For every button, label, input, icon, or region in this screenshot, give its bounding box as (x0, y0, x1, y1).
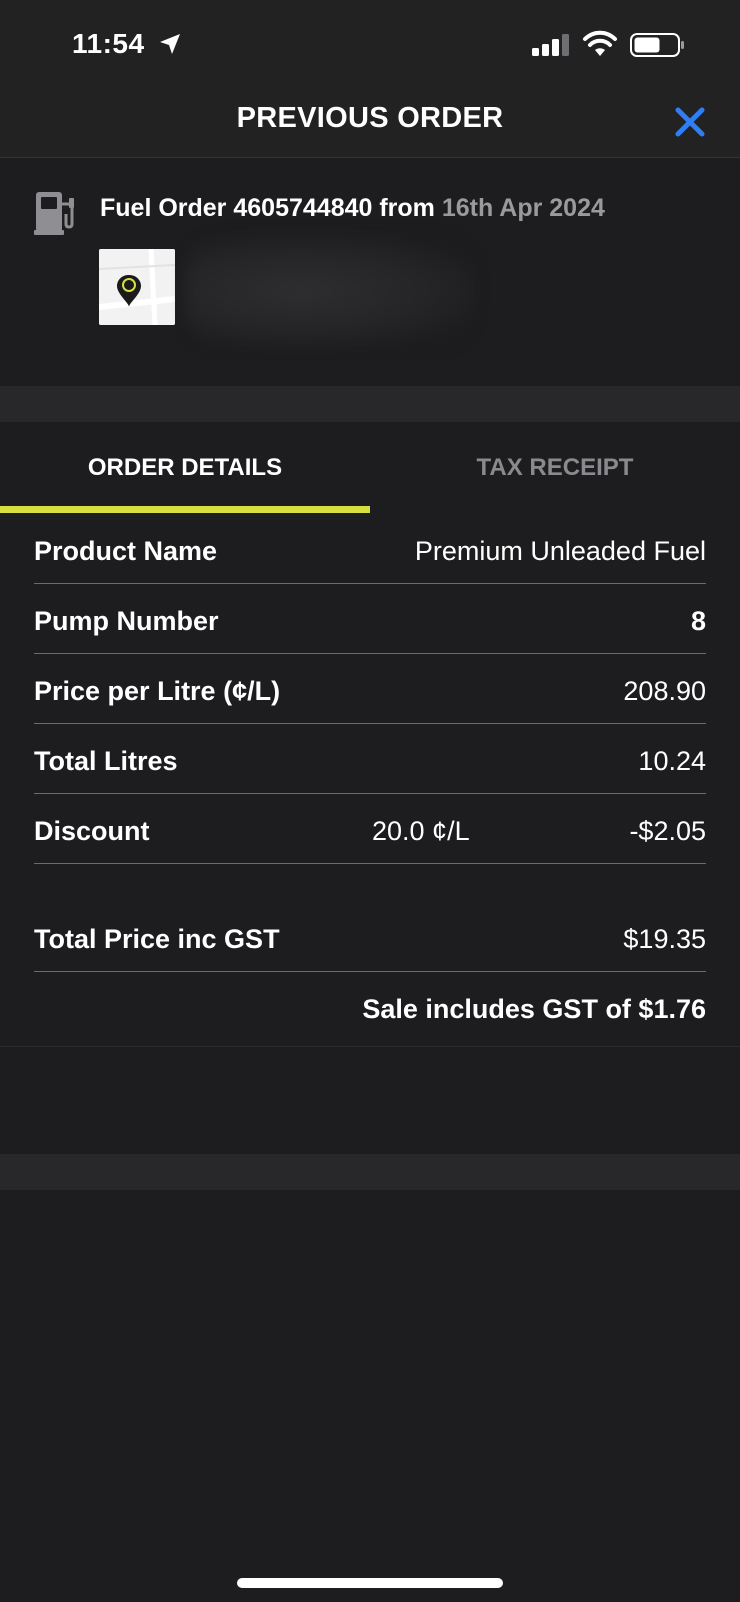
wifi-icon (583, 30, 617, 56)
active-tab-indicator (0, 506, 370, 513)
map-thumbnail[interactable] (99, 249, 175, 325)
fuel-pump-icon (34, 192, 74, 235)
product-name-value: Premium Unleaded Fuel (414, 536, 706, 566)
order-number: Fuel Order 4605744840 from (100, 194, 442, 222)
order-title: Fuel Order 4605744840 from 16th Apr 2024 (100, 194, 605, 223)
total-price-label: Total Price inc GST (34, 924, 280, 954)
tab-bar: ORDER DETAILS TAX RECEIPT (0, 422, 740, 514)
section-band-lower (0, 1154, 740, 1190)
price-per-litre-value: 208.90 (623, 676, 706, 706)
home-indicator[interactable] (237, 1578, 503, 1588)
total-litres-label: Total Litres (34, 746, 178, 776)
status-bar: 11:54 (0, 0, 740, 90)
map-image (99, 249, 175, 325)
discount-label: Discount (34, 816, 150, 846)
order-header: Fuel Order 4605744840 from 16th Apr 2024 (0, 158, 740, 386)
cellular-signal-icon (532, 34, 569, 56)
row-product-name: Product Name Premium Unleaded Fuel (34, 514, 706, 584)
price-per-litre-label: Price per Litre (¢/L) (34, 676, 281, 706)
close-icon[interactable] (670, 102, 710, 142)
battery-icon (630, 33, 684, 57)
product-name-label: Product Name (34, 536, 218, 566)
status-time: 11:54 (72, 28, 145, 59)
gst-note: Sale includes GST of $1.76 (362, 994, 706, 1024)
order-date: 16th Apr 2024 (441, 194, 605, 222)
nav-bar: PREVIOUS ORDER (0, 90, 740, 158)
total-litres-value: 10.24 (638, 746, 706, 776)
row-discount: Discount 20.0 ¢/L -$2.05 (34, 794, 706, 864)
section-divider-bottom (0, 1046, 740, 1047)
discount-rate: 20.0 ¢/L (372, 816, 470, 846)
section-divider (0, 386, 740, 422)
pump-number-label: Pump Number (34, 606, 219, 636)
discount-value: -$2.05 (629, 816, 706, 846)
tab-order-details[interactable]: ORDER DETAILS (0, 422, 370, 514)
row-total-price: Total Price inc GST $19.35 (34, 902, 706, 972)
row-total-litres: Total Litres 10.24 (34, 724, 706, 794)
blurred-address (185, 236, 475, 346)
tab-tax-receipt[interactable]: TAX RECEIPT (370, 422, 740, 514)
total-price-value: $19.35 (623, 924, 706, 954)
row-price-per-litre: Price per Litre (¢/L) 208.90 (34, 654, 706, 724)
location-arrow-icon (160, 34, 180, 54)
row-pump-number: Pump Number 8 (34, 584, 706, 654)
pump-number-value: 8 (690, 606, 706, 636)
page-title: PREVIOUS ORDER (236, 102, 504, 134)
